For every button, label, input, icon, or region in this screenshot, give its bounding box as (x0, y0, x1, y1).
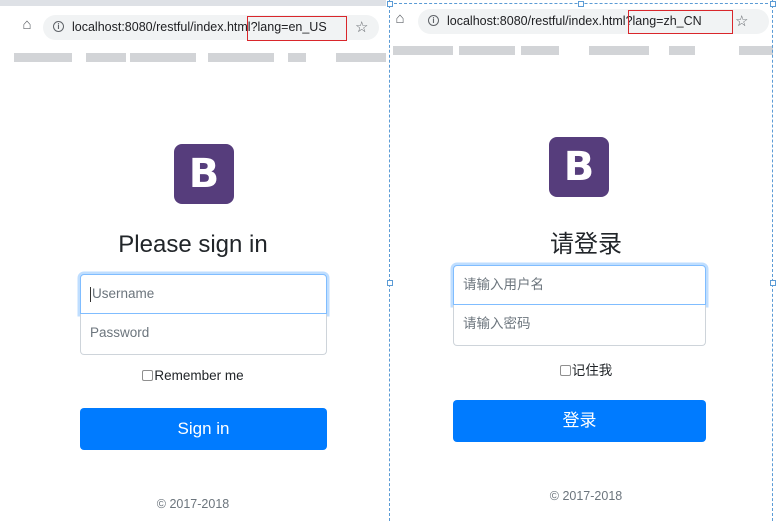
password-placeholder: 请输入密码 (463, 316, 531, 331)
selection-border-left (389, 0, 390, 521)
resize-handle[interactable] (387, 280, 393, 286)
text-caret (90, 286, 91, 302)
bootstrap-logo: B (549, 137, 609, 197)
remember-me-row: 记住我 (391, 359, 781, 379)
remember-me-label[interactable]: 记住我 (572, 363, 613, 378)
signin-heading: 请登录 (550, 231, 622, 258)
resize-handle[interactable] (578, 1, 584, 7)
bootstrap-logo: B (174, 144, 234, 204)
resize-handle[interactable] (387, 1, 393, 7)
password-input[interactable]: Password (80, 314, 327, 355)
resize-handle[interactable] (770, 280, 776, 286)
login-pane-chinese: ⌂ i localhost:8080/restful/index.html?la… (391, 0, 781, 521)
home-icon[interactable]: ⌂ (19, 17, 35, 33)
remember-me-label[interactable]: Remember me (154, 368, 243, 383)
username-input[interactable]: Username (80, 274, 327, 314)
selection-border-right (772, 0, 773, 521)
star-icon[interactable]: ☆ (355, 18, 368, 36)
home-icon[interactable]: ⌂ (392, 11, 408, 27)
username-placeholder: 请输入用户名 (463, 277, 544, 292)
copyright-footer: © 2017-2018 (156, 497, 230, 511)
signin-heading: Please sign in (118, 231, 268, 258)
info-icon[interactable]: i (428, 15, 439, 26)
username-input[interactable]: 请输入用户名 (453, 265, 706, 305)
bookmarks-bar (391, 44, 781, 58)
copyright-footer: © 2017-2018 (549, 489, 623, 503)
browser-tab-strip (0, 0, 386, 6)
lang-param-highlight (247, 16, 347, 41)
remember-me-checkbox[interactable] (559, 364, 571, 376)
login-pane-english: ⌂ i localhost:8080/restful/index.html?la… (0, 0, 386, 521)
bookmarks-bar (0, 51, 386, 65)
lang-param-highlight (628, 10, 733, 34)
signin-button[interactable]: Sign in (80, 408, 327, 450)
username-placeholder: Username (92, 286, 155, 301)
info-icon[interactable]: i (53, 21, 64, 32)
star-icon[interactable]: ☆ (735, 12, 748, 30)
password-input[interactable]: 请输入密码 (453, 305, 706, 346)
password-placeholder: Password (90, 325, 150, 340)
resize-handle[interactable] (770, 1, 776, 7)
remember-me-checkbox[interactable] (142, 369, 154, 381)
remember-me-row: Remember me (0, 368, 386, 383)
signin-button[interactable]: 登录 (453, 400, 706, 442)
